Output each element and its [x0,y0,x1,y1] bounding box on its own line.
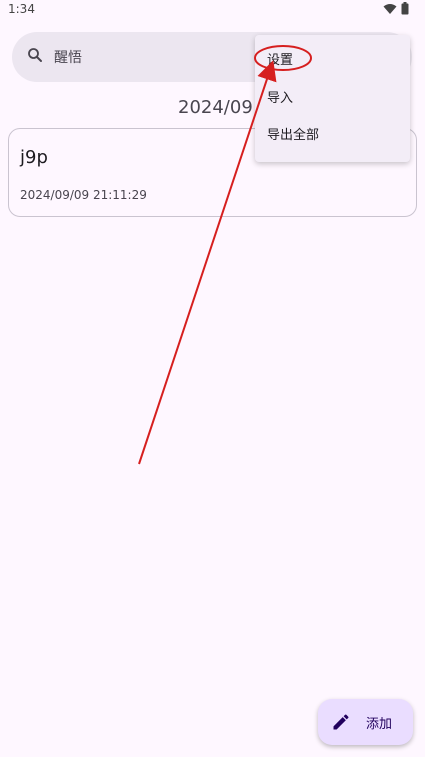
menu-item-settings[interactable]: 设置 [267,43,398,79]
menu-item-import[interactable]: 导入 [267,81,398,117]
overflow-menu: 设置 导入 导出全部 [255,35,410,162]
note-timestamp: 2024/09/09 21:11:29 [20,188,147,202]
search-input[interactable]: 醒悟 [54,47,82,67]
date-group-header: 2024/09 [178,97,253,118]
search-icon[interactable] [26,46,44,64]
note-title: j9p [20,147,48,168]
add-button-label: 添加 [366,717,393,732]
status-icons [383,2,409,15]
wifi-icon [383,3,397,14]
battery-icon [401,2,409,15]
add-button[interactable]: 添加 [318,699,413,745]
menu-item-export-all[interactable]: 导出全部 [267,118,398,154]
annotation-arrow [138,60,277,465]
status-bar: 1:34 [0,0,425,20]
pencil-icon [333,714,349,730]
status-time: 1:34 [8,2,35,16]
